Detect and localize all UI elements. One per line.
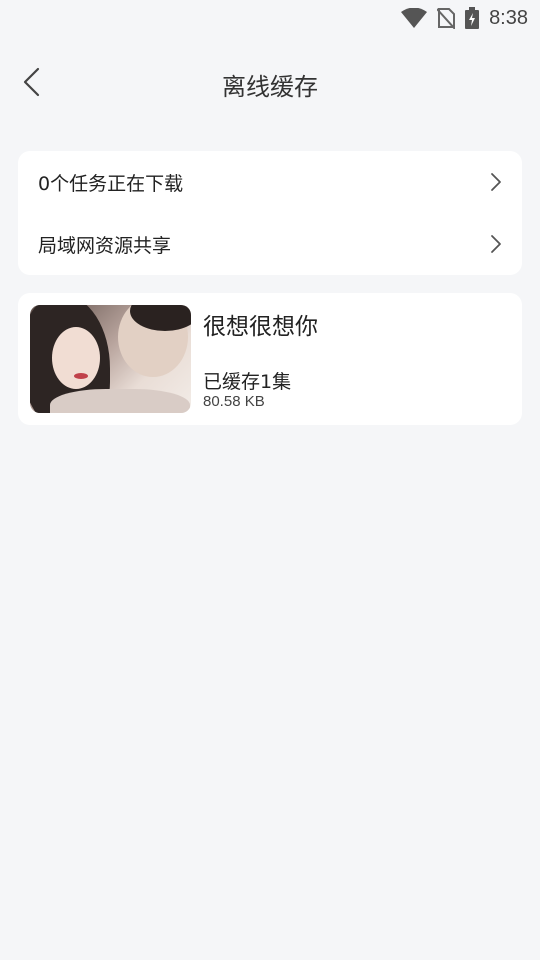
downloading-tasks-label: 0个任务正在下载 <box>38 172 184 195</box>
back-button[interactable] <box>12 64 52 104</box>
no-sim-icon <box>437 7 456 29</box>
wifi-icon <box>401 8 428 28</box>
page-title: 离线缓存 <box>222 72 318 101</box>
menu-card: 0个任务正在下载 局域网资源共享 <box>18 151 522 275</box>
lan-share-row[interactable]: 局域网资源共享 <box>18 213 522 275</box>
downloading-tasks-row[interactable]: 0个任务正在下载 <box>18 151 522 213</box>
app-bar: 离线缓存 <box>0 52 540 116</box>
battery-charging-icon <box>465 7 480 29</box>
item-episode-count: 已缓存1集 <box>203 371 292 393</box>
chevron-right-icon <box>490 172 502 192</box>
cached-item-card[interactable]: 很想很想你 已缓存1集 80.58 KB <box>18 293 522 425</box>
status-time: 8:38 <box>489 6 528 29</box>
item-file-size: 80.58 KB <box>203 393 265 410</box>
lan-share-label: 局域网资源共享 <box>38 234 172 257</box>
status-bar: 8:38 <box>0 0 540 36</box>
cover-thumbnail <box>30 305 191 413</box>
chevron-left-icon <box>22 67 42 101</box>
item-title: 很想很想你 <box>203 314 318 340</box>
chevron-right-icon <box>490 234 502 254</box>
